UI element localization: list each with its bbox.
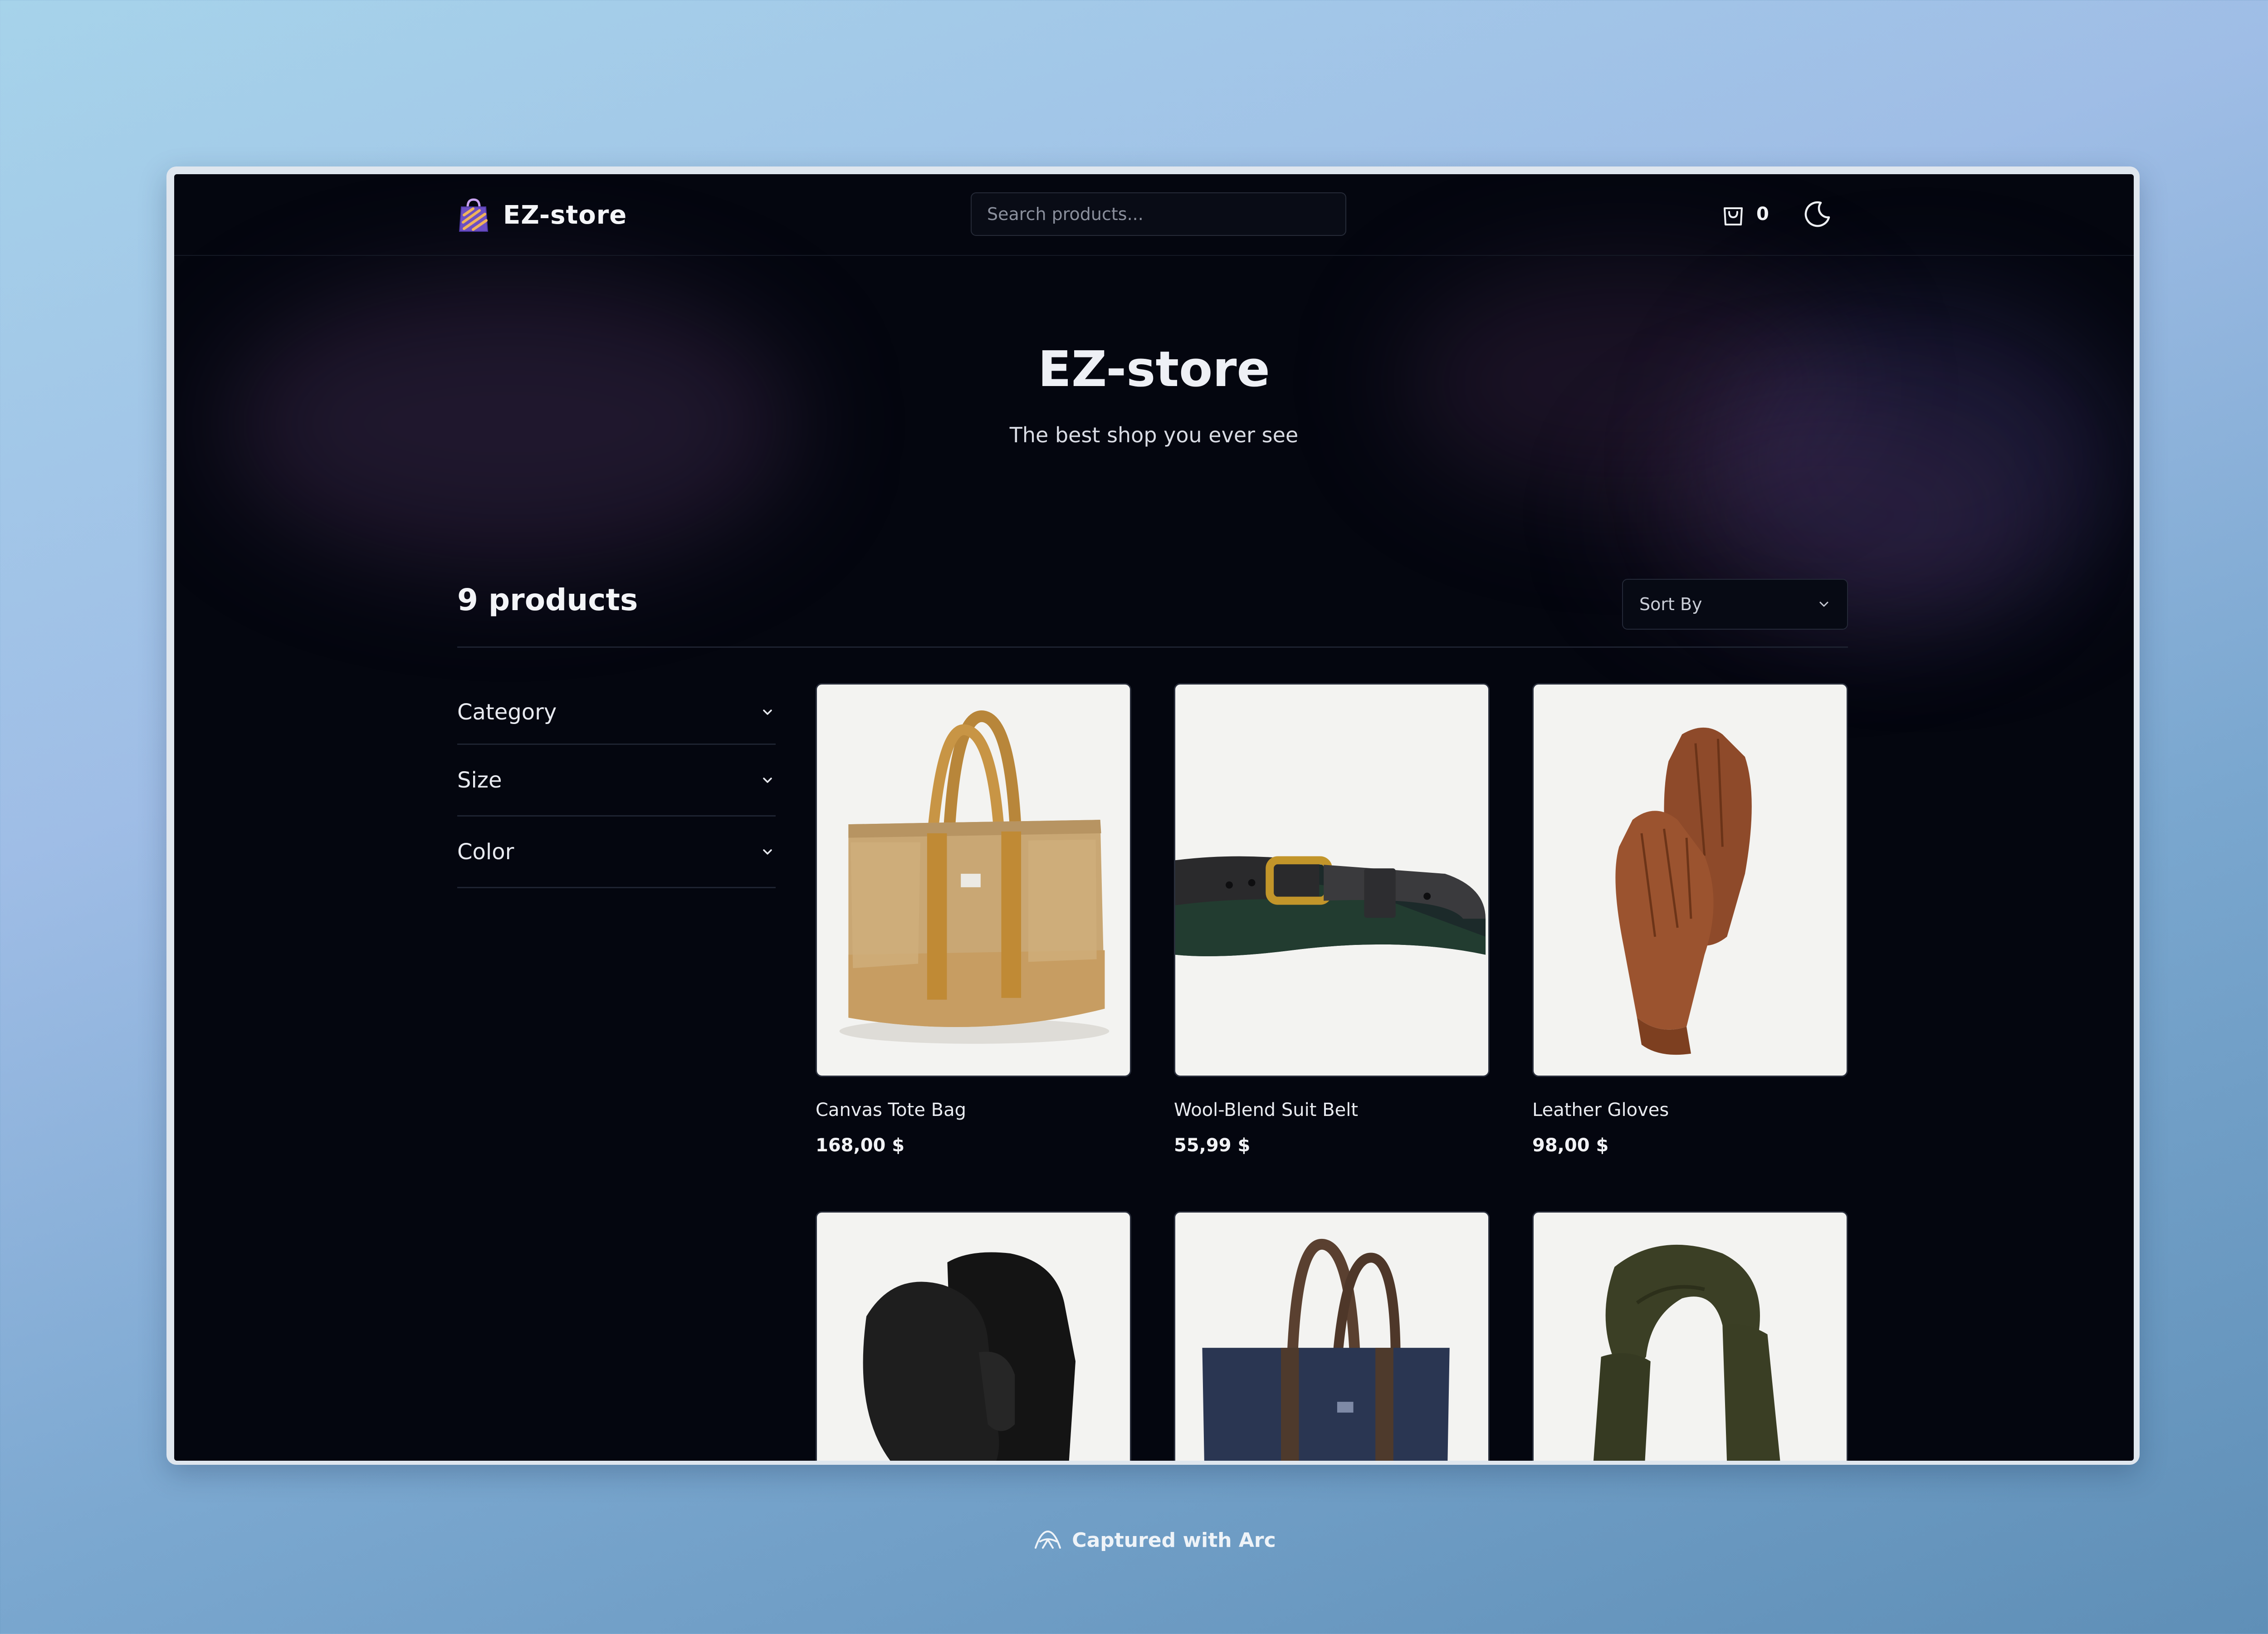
hero-section: EZ-store The best shop you ever see [174,255,2134,545]
filter-label: Color [457,839,514,865]
product-price: 98,00 $ [1532,1135,1609,1156]
product-image [816,1211,1131,1461]
product-count: 9 products [457,582,638,617]
belt-image [1175,856,1486,956]
navbar: EZ-store 0 [174,174,2134,256]
product-card[interactable]: Wool-Blend Suit Belt 55,99 $ [1174,683,1490,1156]
moon-icon[interactable] [1803,199,1832,228]
product-image [1532,683,1848,1077]
shopping-bag-logo-icon [459,198,489,232]
browser-viewport: EZ-store 0 EZ-store The best shop you ev… [174,174,2134,1461]
product-name: Canvas Tote Bag [816,1100,966,1120]
product-price: 55,99 $ [1174,1135,1251,1156]
product-name: Leather Gloves [1532,1100,1669,1120]
arc-logo-icon [1035,1531,1061,1549]
product-image [1174,683,1490,1077]
product-card[interactable]: Leather Gloves 98,00 $ [1532,683,1848,1156]
olive-scarf-image [1593,1244,1780,1461]
product-card[interactable] [1532,1211,1848,1461]
shopping-bag-icon [1724,207,1743,225]
chevron-down-icon [1819,602,1828,607]
product-image [1532,1211,1848,1461]
product-card[interactable] [1174,1211,1490,1461]
product-name: Wool-Blend Suit Belt [1174,1100,1358,1120]
filter-sidebar: Category Size Color [457,680,776,888]
filter-color[interactable]: Color [457,817,776,888]
product-image [1174,1211,1490,1461]
product-price: 168,00 $ [816,1135,905,1156]
chevron-down-icon [763,849,772,855]
black-mittens-image [863,1252,1076,1461]
chevron-down-icon [763,709,772,715]
chevron-down-icon [763,777,772,783]
filter-label: Size [457,767,502,793]
filter-size[interactable]: Size [457,745,776,817]
navy-tote-bag-image [1202,1239,1450,1461]
hero-title: EZ-store [1038,341,1270,398]
product-card[interactable] [816,1211,1131,1461]
sort-dropdown[interactable]: Sort By [1622,579,1848,630]
section-divider [457,646,1848,648]
brand-link[interactable]: EZ-store [458,196,627,234]
filter-label: Category [457,699,557,725]
product-card[interactable]: Canvas Tote Bag 168,00 $ [816,683,1131,1156]
search-input[interactable] [971,192,1346,236]
leather-gloves-image [1615,727,1752,1055]
sort-dropdown-label: Sort By [1639,594,1702,614]
filter-category[interactable]: Category [457,680,776,745]
hero-subtitle: The best shop you ever see [1009,423,1299,447]
tan-tote-bag-image [839,710,1110,1044]
cart-count: 0 [1756,204,1769,225]
capture-footer: Captured with Arc [0,1528,2268,1552]
brand-name: EZ-store [503,200,627,230]
product-image [816,683,1131,1077]
cart-button[interactable]: 0 [1722,201,1769,228]
capture-label: Captured with Arc [1072,1528,1276,1552]
